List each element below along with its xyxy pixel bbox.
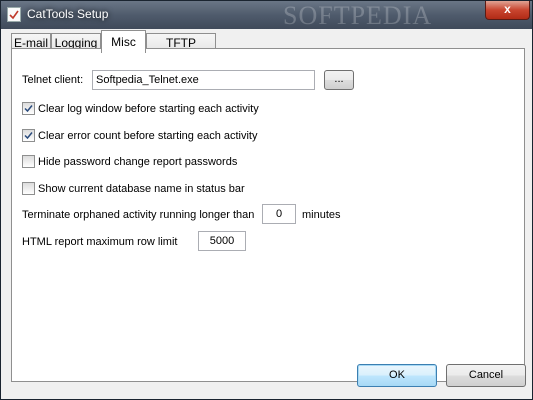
- clear-log-checkbox[interactable]: [22, 102, 35, 115]
- checkmark-icon: [24, 105, 33, 113]
- clear-log-label: Clear log window before starting each ac…: [38, 103, 259, 115]
- html-row-limit-label: HTML report maximum row limit: [22, 236, 178, 248]
- cattools-setup-window: CatTools Setup SOFTPEDIA x E-mail Loggin…: [0, 0, 533, 400]
- close-button[interactable]: x: [485, 1, 530, 20]
- misc-tab-panel: Telnet client: Softpedia_Telnet.exe ... …: [11, 48, 525, 382]
- terminate-orphaned-label: Terminate orphaned activity running long…: [22, 209, 255, 221]
- tab-misc[interactable]: Misc: [101, 30, 146, 53]
- ok-button[interactable]: OK: [357, 364, 437, 387]
- telnet-client-input[interactable]: Softpedia_Telnet.exe: [92, 70, 315, 90]
- terminate-minutes-input[interactable]: 0: [262, 204, 296, 224]
- browse-button[interactable]: ...: [324, 70, 354, 90]
- window-title: CatTools Setup: [27, 7, 109, 21]
- minutes-label: minutes: [302, 209, 341, 221]
- show-database-name-checkbox[interactable]: [22, 182, 35, 195]
- clear-error-count-label: Clear error count before starting each a…: [38, 130, 258, 142]
- app-icon: [7, 7, 21, 22]
- checkmark-icon: [24, 132, 33, 140]
- close-icon: x: [504, 2, 511, 16]
- telnet-client-label: Telnet client:: [22, 74, 84, 86]
- dialog-client: E-mail Logging Misc TFTP Server Telnet c…: [9, 29, 526, 393]
- clear-error-count-checkbox[interactable]: [22, 129, 35, 142]
- title-bar[interactable]: CatTools Setup SOFTPEDIA x: [1, 1, 532, 30]
- show-database-name-label: Show current database name in status bar: [38, 183, 245, 195]
- html-row-limit-input[interactable]: 5000: [198, 231, 246, 251]
- hide-password-checkbox[interactable]: [22, 155, 35, 168]
- hide-password-label: Hide password change report passwords: [38, 156, 238, 168]
- softpedia-watermark: SOFTPEDIA: [283, 1, 433, 30]
- cancel-button[interactable]: Cancel: [446, 364, 526, 387]
